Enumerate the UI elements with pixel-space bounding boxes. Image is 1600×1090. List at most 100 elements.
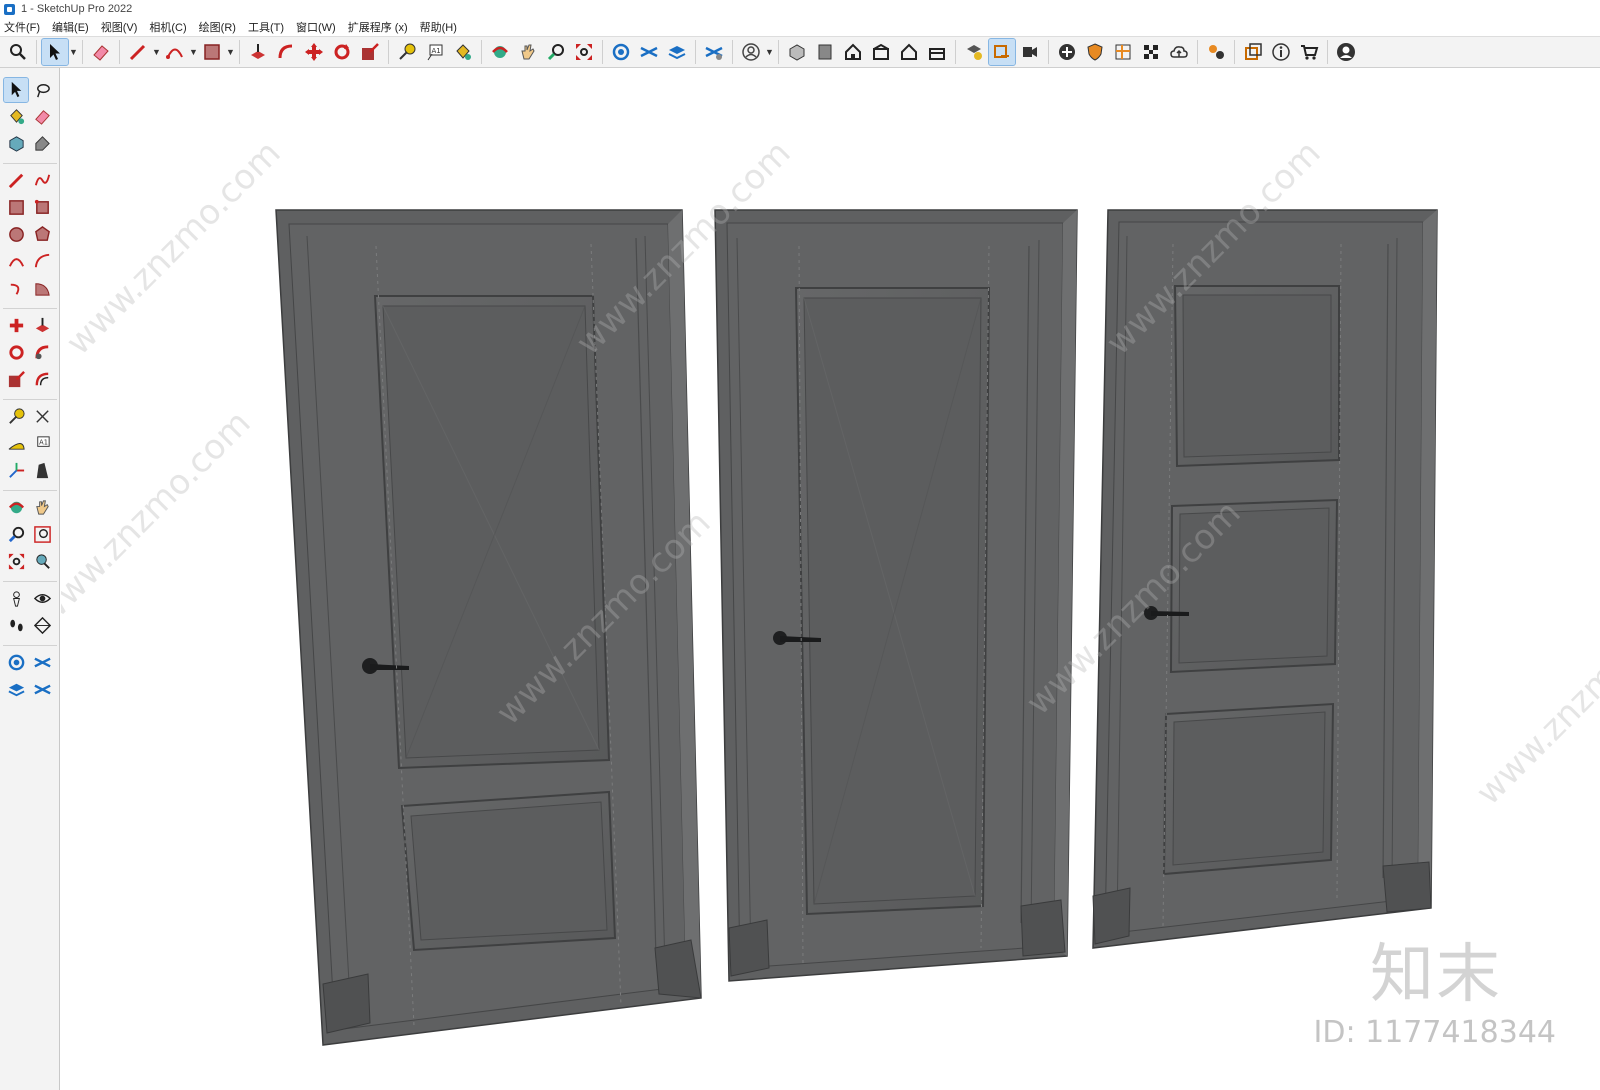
select-tool-icon[interactable] <box>41 38 69 66</box>
add-location-icon[interactable] <box>1054 39 1080 65</box>
paint-bucket-icon[interactable] <box>4 105 28 129</box>
rotated-rectangle-icon[interactable] <box>30 196 54 220</box>
door-right[interactable] <box>1092 209 1438 949</box>
rotate-tool-icon[interactable] <box>329 39 355 65</box>
arc-tool-icon[interactable] <box>162 39 188 65</box>
zoom-extents-icon[interactable] <box>4 550 28 574</box>
account-dropdown-icon[interactable]: ▼ <box>765 47 774 57</box>
extension-warehouse-icon[interactable] <box>636 39 662 65</box>
rotate-tool-icon[interactable] <box>4 341 28 365</box>
zoom-icon[interactable] <box>4 523 28 547</box>
pencil-tool-icon[interactable] <box>125 39 151 65</box>
previous-view-icon[interactable] <box>30 550 54 574</box>
push-pull-tool-icon[interactable] <box>245 39 271 65</box>
sandbox-icon[interactable] <box>1110 39 1136 65</box>
menu-draw[interactable]: 绘图(R) <box>199 19 236 35</box>
tape-measure-icon[interactable] <box>4 405 28 429</box>
section-plane-icon[interactable] <box>30 459 54 483</box>
line-tool-icon[interactable] <box>4 169 28 193</box>
iso-view-icon[interactable] <box>784 39 810 65</box>
extension-warehouse-icon[interactable] <box>30 651 54 675</box>
protractor-icon[interactable] <box>4 432 28 456</box>
warehouse-icon[interactable] <box>4 651 28 675</box>
tag-tool-icon[interactable] <box>30 132 54 156</box>
menu-extensions[interactable]: 扩展程序 (x) <box>348 19 408 35</box>
three-point-arc-icon[interactable] <box>4 277 28 301</box>
settings-gear-icon[interactable] <box>1203 39 1229 65</box>
pan-tool-icon[interactable] <box>515 39 541 65</box>
front-view-icon[interactable] <box>840 39 866 65</box>
menu-window[interactable]: 窗口(W) <box>296 19 336 35</box>
cart-icon[interactable] <box>1296 39 1322 65</box>
scale-tool-icon[interactable] <box>357 39 383 65</box>
layers-icon[interactable] <box>4 678 28 702</box>
menu-tools[interactable]: 工具(T) <box>248 19 284 35</box>
menu-edit[interactable]: 编辑(E) <box>52 19 89 35</box>
orbit-tool-icon[interactable] <box>487 39 513 65</box>
warehouse-icon[interactable] <box>608 39 634 65</box>
menu-view[interactable]: 视图(V) <box>101 19 138 35</box>
zoom-extents-icon[interactable] <box>571 39 597 65</box>
two-point-arc-icon[interactable] <box>30 250 54 274</box>
text-tool-icon[interactable]: A1 <box>422 39 448 65</box>
rectangle-dropdown-icon[interactable]: ▼ <box>226 47 235 57</box>
checker-icon[interactable] <box>1138 39 1164 65</box>
follow-me-tool-icon[interactable] <box>30 341 54 365</box>
door-left[interactable] <box>275 209 702 1046</box>
right-view-icon[interactable] <box>868 39 894 65</box>
extension-manager-icon[interactable] <box>30 678 54 702</box>
menu-file[interactable]: 文件(F) <box>4 19 40 35</box>
freehand-tool-icon[interactable] <box>30 169 54 193</box>
extension-manager-icon[interactable] <box>701 39 727 65</box>
layout-send-icon[interactable] <box>988 38 1016 66</box>
door-middle[interactable] <box>714 209 1078 982</box>
position-camera-icon[interactable] <box>4 587 28 611</box>
zoom-icon[interactable] <box>543 39 569 65</box>
pan-tool-icon[interactable] <box>30 496 54 520</box>
eraser-tool-icon[interactable] <box>88 39 114 65</box>
move-tool-icon[interactable] <box>301 39 327 65</box>
polygon-tool-icon[interactable] <box>30 223 54 247</box>
orbit-tool-icon[interactable] <box>4 496 28 520</box>
shield-icon[interactable] <box>1082 39 1108 65</box>
top-view-icon[interactable] <box>812 39 838 65</box>
menu-help[interactable]: 帮助(H) <box>420 19 457 35</box>
make-component-icon[interactable] <box>4 132 28 156</box>
arc-dropdown-icon[interactable]: ▼ <box>189 47 198 57</box>
open-window-icon[interactable] <box>1240 39 1266 65</box>
back-view-icon[interactable] <box>896 39 922 65</box>
eraser-tool-icon[interactable] <box>30 105 54 129</box>
select-dropdown-icon[interactable]: ▼ <box>69 47 78 57</box>
push-pull-tool-icon[interactable] <box>30 314 54 338</box>
zoom-window-icon[interactable] <box>30 523 54 547</box>
left-view-icon[interactable] <box>924 39 950 65</box>
paint-bucket-icon[interactable] <box>450 39 476 65</box>
arc-tool-icon[interactable] <box>4 250 28 274</box>
cloud-upload-icon[interactable] <box>1166 39 1192 65</box>
circle-tool-icon[interactable] <box>4 223 28 247</box>
scale-tool-icon[interactable] <box>4 368 28 392</box>
move-tool-icon[interactable] <box>4 314 28 338</box>
look-around-eye-icon[interactable] <box>30 587 54 611</box>
rectangle-tool-icon[interactable] <box>199 39 225 65</box>
tape-measure-icon[interactable] <box>394 39 420 65</box>
axes-tool-icon[interactable] <box>4 459 28 483</box>
pie-tool-icon[interactable] <box>30 277 54 301</box>
offset-tool-icon[interactable] <box>30 368 54 392</box>
info-icon[interactable] <box>1268 39 1294 65</box>
camera-scene-icon[interactable] <box>1017 39 1043 65</box>
lasso-select-icon[interactable] <box>30 78 54 102</box>
layers-icon[interactable] <box>664 39 690 65</box>
follow-me-tool-icon[interactable] <box>273 39 299 65</box>
pencil-dropdown-icon[interactable]: ▼ <box>152 47 161 57</box>
account-icon[interactable] <box>738 39 764 65</box>
model-viewport[interactable]: www.znzmo.com www.znzmo.com www.znzmo.co… <box>61 68 1600 1090</box>
style-builder-icon[interactable] <box>961 39 987 65</box>
select-tool-icon[interactable] <box>3 76 29 103</box>
menu-camera[interactable]: 相机(C) <box>149 19 186 35</box>
user-profile-icon[interactable] <box>1333 39 1359 65</box>
section-cut-icon[interactable] <box>30 614 54 638</box>
rectangle-tool-icon[interactable] <box>4 196 28 220</box>
zoom-tool-icon[interactable] <box>5 39 31 65</box>
dimension-tool-icon[interactable] <box>30 405 54 429</box>
